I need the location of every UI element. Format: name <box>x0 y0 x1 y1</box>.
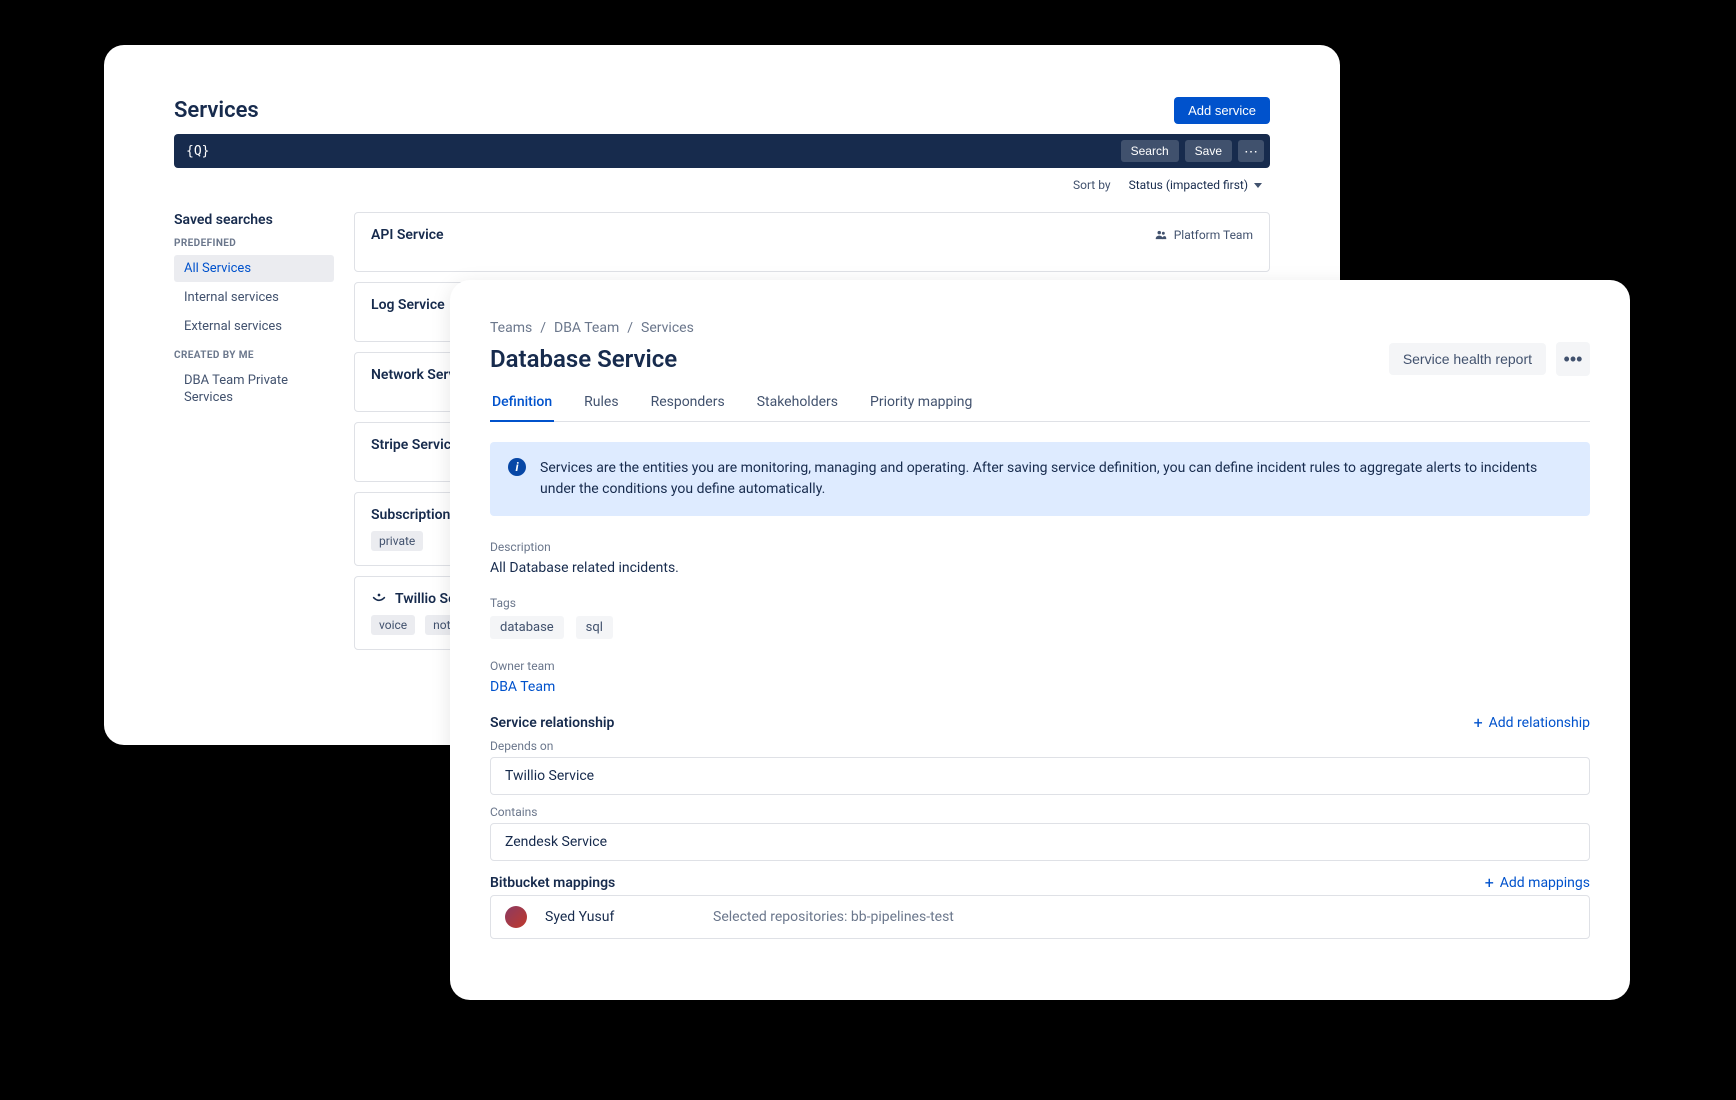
breadcrumb: Teams/ DBA Team/ Services <box>490 320 1590 336</box>
owner-team-label: Owner team <box>490 659 1590 673</box>
detail-header: Database Service Service health report •… <box>490 342 1590 376</box>
tag: voice <box>371 615 415 635</box>
twillio-icon <box>371 591 387 607</box>
sidebar-sub-predefined: PREDEFINED <box>174 238 334 249</box>
sidebar-item-internal[interactable]: Internal services <box>174 284 334 311</box>
service-name: API Service <box>371 227 444 243</box>
info-banner: i Services are the entities you are moni… <box>490 442 1590 516</box>
service-detail-inner: Teams/ DBA Team/ Services Database Servi… <box>490 320 1590 980</box>
service-health-button[interactable]: Service health report <box>1389 343 1546 375</box>
mapping-row[interactable]: Syed Yusuf Selected repositories: bb-pip… <box>490 895 1590 939</box>
tab-stakeholders[interactable]: Stakeholders <box>755 394 840 422</box>
sidebar-item-dba-private[interactable]: DBA Team Private Services <box>174 367 334 413</box>
owner-team-link[interactable]: DBA Team <box>490 679 1590 695</box>
tag: database <box>490 616 564 639</box>
detail-actions: Service health report ••• <box>1389 342 1590 376</box>
breadcrumb-item[interactable]: Services <box>641 320 694 336</box>
add-mappings-button[interactable]: + Add mappings <box>1485 875 1590 891</box>
list-item[interactable]: API Service Platform Team <box>354 212 1270 272</box>
page-title: Services <box>174 98 259 123</box>
search-button[interactable]: Search <box>1121 140 1179 162</box>
tab-responders[interactable]: Responders <box>649 394 727 422</box>
relationship-heading: Service relationship <box>490 715 614 731</box>
add-service-button[interactable]: Add service <box>1174 97 1270 124</box>
sort-row: Sort by Status (impacted first) <box>174 174 1270 196</box>
avatar <box>505 906 527 928</box>
bitbucket-heading: Bitbucket mappings <box>490 875 615 891</box>
chevron-down-icon <box>1254 183 1262 188</box>
mapping-repos: Selected repositories: bb-pipelines-test <box>713 909 954 925</box>
tab-priority-mapping[interactable]: Priority mapping <box>868 394 974 422</box>
sort-value: Status (impacted first) <box>1129 178 1248 192</box>
tab-definition[interactable]: Definition <box>490 394 554 422</box>
sidebar-sub-created: CREATED BY ME <box>174 350 334 361</box>
team-icon <box>1154 228 1168 242</box>
sort-select[interactable]: Status (impacted first) <box>1121 174 1270 196</box>
more-icon[interactable]: ••• <box>1556 342 1590 376</box>
sidebar: Saved searches PREDEFINED All Services I… <box>174 212 334 650</box>
query-icon: {Q} <box>180 144 215 159</box>
plus-icon: + <box>1485 875 1494 891</box>
contains-label: Contains <box>490 805 1590 819</box>
tabs: Definition Rules Responders Stakeholders… <box>490 394 1590 422</box>
breadcrumb-item[interactable]: DBA Team <box>554 320 619 336</box>
bitbucket-section-head: Bitbucket mappings + Add mappings <box>490 875 1590 891</box>
tab-rules[interactable]: Rules <box>582 394 620 422</box>
add-relationship-button[interactable]: + Add relationship <box>1474 715 1590 731</box>
search-input[interactable] <box>221 144 1114 159</box>
services-header: Services Add service <box>174 97 1270 124</box>
description-label: Description <box>490 540 1590 554</box>
tag: private <box>371 531 423 551</box>
search-bar: {Q} Search Save ⋯ <box>174 134 1270 168</box>
description-value: All Database related incidents. <box>490 560 1590 576</box>
team-label: Platform Team <box>1154 228 1253 242</box>
sidebar-heading: Saved searches <box>174 212 334 228</box>
info-icon: i <box>508 458 526 476</box>
breadcrumb-item[interactable]: Teams <box>490 320 532 336</box>
more-icon[interactable]: ⋯ <box>1238 140 1264 162</box>
save-search-button[interactable]: Save <box>1185 140 1232 162</box>
sidebar-item-all-services[interactable]: All Services <box>174 255 334 282</box>
depends-on-label: Depends on <box>490 739 1590 753</box>
sort-by-label: Sort by <box>1073 178 1111 192</box>
service-detail-card: Teams/ DBA Team/ Services Database Servi… <box>450 280 1630 1000</box>
relationship-section-head: Service relationship + Add relationship <box>490 715 1590 731</box>
depends-on-value[interactable]: Twillio Service <box>490 757 1590 795</box>
info-text: Services are the entities you are monito… <box>540 458 1572 500</box>
contains-value[interactable]: Zendesk Service <box>490 823 1590 861</box>
plus-icon: + <box>1474 715 1483 731</box>
tags-label: Tags <box>490 596 1590 610</box>
tag: sql <box>576 616 613 639</box>
tags-row: database sql <box>490 616 1590 639</box>
sidebar-item-external[interactable]: External services <box>174 313 334 340</box>
page-title: Database Service <box>490 345 677 373</box>
mapping-user: Syed Yusuf <box>545 909 695 925</box>
